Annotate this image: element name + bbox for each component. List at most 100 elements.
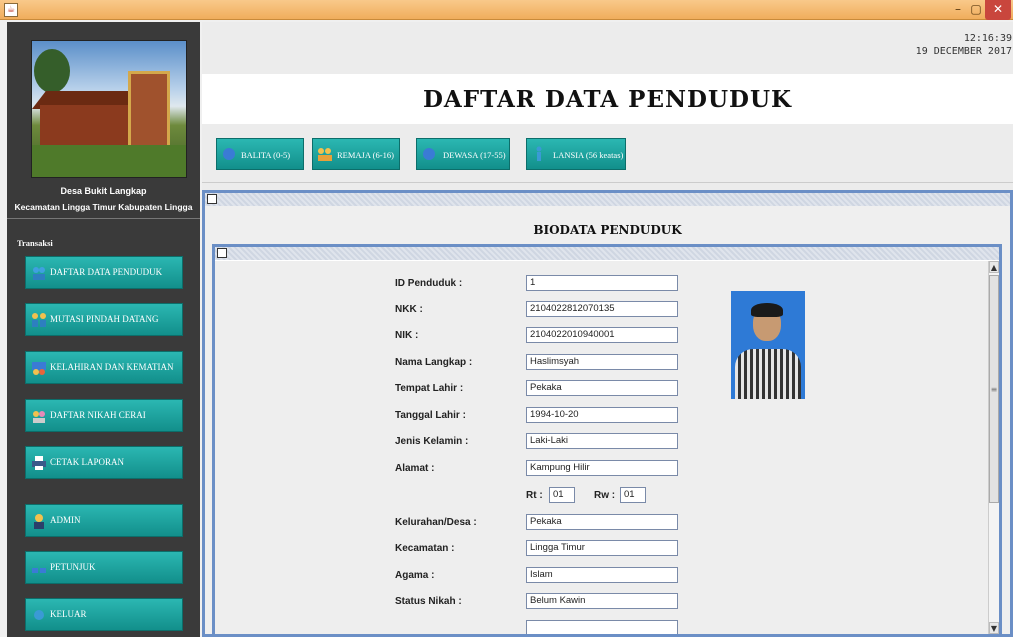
baby-icon (223, 148, 235, 160)
filter-dewasa-button[interactable]: DEWASA (17-55) (416, 138, 510, 170)
maximize-button[interactable]: ▢ (966, 0, 986, 20)
biodata-form-frame: ID Penduduk : 1 NKK : 2104022812070135 N… (212, 244, 1002, 637)
family-icon (32, 362, 46, 375)
rt-input[interactable]: 01 (549, 487, 575, 503)
sidebar-item-petunjuk[interactable]: PETUNJUK (25, 551, 183, 584)
sidebar-item-mutasi-pindah-datang[interactable]: MUTASI PINDAH DATANG (25, 303, 183, 336)
filter-remaja-button[interactable]: REMAJA (6-16) (312, 138, 400, 170)
label-tanggal-lahir: Tanggal Lahir : (395, 410, 466, 421)
vertical-scrollbar[interactable]: ▲ ≡ ▼ (988, 261, 999, 634)
printer-icon (32, 456, 46, 470)
label-alamat: Alamat : (395, 463, 435, 474)
biodata-internal-frame: BIODATA PENDUDUK ID Penduduk : 1 NKK : 2… (202, 190, 1013, 637)
sidebar-item-daftar-nikah-cerai[interactable]: DAFTAR NIKAH CERAI (25, 399, 183, 432)
label-rw: Rw : (594, 490, 616, 501)
sidebar-item-cetak-laporan[interactable]: CETAK LAPORAN (25, 446, 183, 479)
village-photo-logo (31, 40, 187, 178)
sidebar-item-label: ADMIN (50, 515, 81, 525)
sidebar-item-admin[interactable]: ADMIN (25, 504, 183, 537)
header-band: DAFTAR DATA PENDUDUK (202, 74, 1013, 124)
nama-langkap-input[interactable]: Haslimsyah (526, 354, 678, 370)
label-jenis-kelamin: Jenis Kelamin : (395, 436, 469, 447)
ground-shape (32, 145, 186, 177)
header-divider (202, 182, 1013, 183)
sidebar-item-label: KELUAR (50, 609, 87, 619)
building-shape (40, 105, 140, 145)
tree-shape (34, 49, 70, 93)
village-name: Desa Bukit Langkap (60, 186, 147, 196)
filter-label: DEWASA (17-55) (443, 150, 506, 160)
users-transfer-icon (32, 313, 46, 327)
sidebar-item-daftar-data-penduduk[interactable]: DAFTAR DATA PENDUDUK (25, 256, 183, 289)
biodata-title: BIODATA PENDUDUK (533, 223, 682, 237)
scroll-thumb[interactable]: ≡ (989, 275, 999, 503)
rw-input[interactable]: 01 (620, 487, 646, 503)
help-icon (32, 568, 46, 573)
frame-title-bar[interactable] (205, 193, 1010, 206)
label-tempat-lahir: Tempat Lahir : (395, 383, 464, 394)
scroll-up-arrow-icon[interactable]: ▲ (989, 261, 999, 273)
partial-hidden-input[interactable] (526, 620, 678, 634)
nik-input[interactable]: 2104022010940001 (526, 327, 678, 343)
biodata-form: ID Penduduk : 1 NKK : 2104022812070135 N… (215, 261, 988, 634)
main-panel: 12:16:39 19 DECEMBER 2017 DAFTAR DATA PE… (202, 22, 1013, 637)
sidebar-item-kelahiran-dan-kematian[interactable]: KELAHIRAN DAN KEMATIAN (25, 351, 183, 384)
sidebar-item-label: KELAHIRAN DAN KEMATIAN (50, 362, 174, 372)
agama-input[interactable]: Islam (526, 567, 678, 583)
sidebar: Desa Bukit Langkap Kecamatan Lingga Timu… (7, 22, 200, 637)
java-app-icon: ☕ (4, 3, 18, 17)
wedding-icon (33, 411, 45, 423)
sidebar-item-label: DAFTAR DATA PENDUDUK (50, 267, 163, 277)
tempat-lahir-input[interactable]: Pekaka (526, 380, 678, 396)
adult-icon (423, 148, 435, 160)
sidebar-item-label: MUTASI PINDAH DATANG (50, 314, 159, 324)
sidebar-item-label: PETUNJUK (50, 562, 96, 572)
filter-label: REMAJA (6-16) (337, 150, 394, 160)
filter-balita-button[interactable]: BALITA (0-5) (216, 138, 304, 170)
label-kecamatan: Kecamatan : (395, 543, 455, 554)
page-title: DAFTAR DATA PENDUDUK (422, 86, 793, 113)
status-nikah-input[interactable]: Belum Kawin (526, 593, 678, 609)
kecamatan-input[interactable]: Lingga Timur (526, 540, 678, 556)
filter-lansia-button[interactable]: LANSIA (56 keatas) (526, 138, 626, 170)
clock-time: 12:16:39 (963, 33, 1012, 44)
label-nik: NIK : (395, 330, 419, 341)
exit-icon (34, 610, 44, 620)
label-status-nikah: Status Nikah : (395, 596, 462, 607)
sidebar-item-keluar[interactable]: KELUAR (25, 598, 183, 631)
window-title-bar: ☕ – ▢ ✕ (0, 0, 1013, 20)
frame-window-icon (217, 248, 227, 258)
clock: 12:16:39 19 DECEMBER 2017 (916, 32, 1012, 58)
close-button[interactable]: ✕ (985, 0, 1011, 20)
resident-photo (731, 291, 805, 399)
tanggal-lahir-input[interactable]: 1994-10-20 (526, 407, 678, 423)
clock-date: 19 DECEMBER 2017 (915, 46, 1012, 57)
id-penduduk-input[interactable]: 1 (526, 275, 678, 291)
admin-user-icon (34, 514, 44, 529)
label-agama: Agama : (395, 570, 435, 581)
scroll-down-arrow-icon[interactable]: ▼ (989, 622, 999, 634)
sidebar-item-label: DAFTAR NIKAH CERAI (50, 410, 146, 420)
label-rt: Rt : (526, 490, 543, 501)
people-icon (33, 267, 45, 280)
jenis-kelamin-input[interactable]: Laki-Laki (526, 433, 678, 449)
label-nama-langkap: Nama Langkap : (395, 357, 473, 368)
label-kelurahan-desa: Kelurahan/Desa : (395, 517, 477, 528)
photo-hair-shape (751, 303, 783, 317)
kelurahan-desa-input[interactable]: Pekaka (526, 514, 678, 530)
alamat-input[interactable]: Kampung Hilir (526, 460, 678, 476)
sidebar-divider (7, 218, 200, 219)
label-id-penduduk: ID Penduduk : (395, 278, 463, 289)
elderly-icon (536, 146, 542, 161)
inner-frame-title-bar[interactable] (215, 247, 999, 260)
filter-label: BALITA (0-5) (241, 150, 291, 160)
sidebar-item-label: CETAK LAPORAN (50, 457, 125, 467)
minimize-button[interactable]: – (948, 0, 968, 20)
gate-shape (128, 71, 170, 151)
nkk-input[interactable]: 2104022812070135 (526, 301, 678, 317)
photo-shirt-shape (735, 349, 801, 399)
frame-window-icon (207, 194, 217, 204)
label-nkk: NKK : (395, 304, 423, 315)
filter-label: LANSIA (56 keatas) (553, 150, 624, 160)
teens-icon (318, 148, 332, 161)
